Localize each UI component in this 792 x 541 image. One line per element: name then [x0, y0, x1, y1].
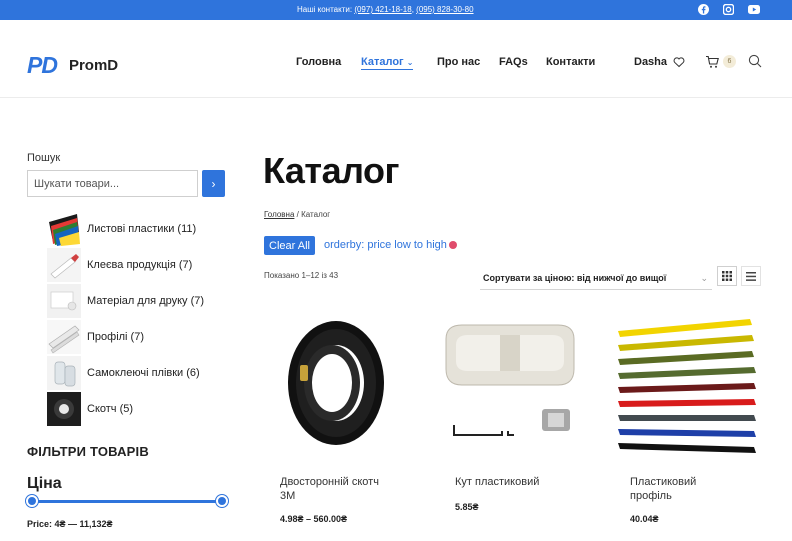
sheet-plastics-thumbnail	[49, 214, 80, 246]
page-title: Каталог	[263, 150, 399, 191]
nav-catalog[interactable]: Каталог ⌄	[361, 56, 414, 70]
instagram-icon[interactable]	[722, 3, 735, 16]
nav-contacts[interactable]: Контакти	[546, 56, 595, 68]
print-material-thumbnail	[47, 284, 81, 318]
search-label: Пошук	[27, 152, 61, 164]
nav-home[interactable]: Головна	[296, 56, 341, 68]
product-filters-heading: ФІЛЬТРИ ТОВАРІВ	[27, 444, 149, 459]
nav-faqs[interactable]: FAQs	[499, 56, 528, 68]
price-range-text: Price: 4₴ — 11,132₴	[27, 519, 113, 529]
category-label: Листові пластики (11)	[87, 223, 197, 235]
profiles-thumbnail	[47, 320, 81, 354]
list-icon	[746, 271, 756, 281]
price-filter-heading: Ціна	[27, 475, 62, 492]
logo-mark: PD	[27, 52, 58, 78]
youtube-icon[interactable]	[747, 3, 760, 16]
active-filter-label: orderby: price low to high	[324, 239, 447, 251]
category-item[interactable]: Самоклеючі плівки (6)	[47, 356, 247, 390]
sort-select-value: Сортувати за ціною: від нижчої до вищої	[483, 273, 667, 283]
product-search-input[interactable]: Шукати товари...	[27, 170, 198, 197]
wishlist-heart-icon[interactable]	[673, 55, 685, 73]
cart-icon[interactable]	[705, 55, 721, 74]
product-price: 5.85₴	[455, 502, 479, 512]
nav-about[interactable]: Про нас	[437, 56, 480, 68]
top-contact-bar: Наші контакти: (097) 421-18-18, (095) 82…	[0, 0, 792, 20]
category-item[interactable]: Скотч (5)	[47, 392, 247, 426]
adhesive-products-thumbnail	[47, 248, 81, 282]
phone-link-1[interactable]: (097) 421-18-18	[354, 5, 411, 14]
chevron-down-icon: ⌄	[406, 58, 414, 67]
product-title[interactable]: Кут пластиковий	[455, 475, 565, 489]
category-item[interactable]: Профілі (7)	[47, 320, 247, 354]
cart-count-badge: 6	[723, 55, 736, 68]
category-label: Самоклеючі плівки (6)	[87, 367, 200, 379]
breadcrumb-home-link[interactable]: Головна	[264, 210, 294, 219]
product-price: 40.04₴	[630, 514, 659, 524]
category-label: Профілі (7)	[87, 331, 144, 343]
sort-select[interactable]: Сортувати за ціною: від нижчої до вищої …	[480, 266, 712, 290]
price-slider-min-handle[interactable]	[26, 495, 38, 507]
contacts-line: Наші контакти: (097) 421-18-18, (095) 82…	[297, 5, 474, 14]
product-card[interactable]: Пластиковий профіль 40.04₴	[614, 305, 764, 524]
grid-view-button[interactable]	[717, 266, 737, 286]
product-title[interactable]: Пластиковий профіль	[630, 475, 740, 503]
result-count: Показано 1–12 із 43	[264, 271, 339, 280]
product-card[interactable]: Кут пластиковий 5.85₴	[440, 305, 590, 512]
grid-icon	[722, 271, 732, 281]
remove-filter-icon[interactable]	[448, 241, 457, 250]
search-submit-button[interactable]: ›	[202, 170, 225, 197]
phone-link-2[interactable]: (095) 828-30-80	[416, 5, 473, 14]
chevron-down-icon: ⌄	[700, 273, 708, 283]
contacts-label: Наші контакти:	[297, 5, 353, 14]
category-item[interactable]: Листові пластики (11)	[47, 212, 247, 246]
tape-thumbnail	[47, 392, 81, 426]
category-label: Матеріал для друку (7)	[87, 295, 205, 307]
active-filter-tag[interactable]: orderby: price low to high	[324, 239, 457, 251]
site-logo[interactable]: PD PromD	[27, 52, 118, 79]
social-links	[697, 3, 760, 16]
product-image-plastic-profile[interactable]	[614, 305, 764, 460]
product-image-tape[interactable]	[270, 305, 420, 460]
breadcrumb-current: Каталог	[301, 210, 331, 219]
category-item[interactable]: Клеєва продукція (7)	[47, 248, 247, 282]
facebook-icon[interactable]	[697, 3, 710, 16]
self-adhesive-films-thumbnail	[47, 356, 81, 390]
search-icon[interactable]	[748, 54, 762, 73]
product-card[interactable]: Двосторонній скотч 3М 4.98₴ – 560.00₴	[270, 305, 420, 524]
breadcrumb-separator: /	[296, 210, 299, 219]
price-slider-track[interactable]	[32, 500, 222, 503]
product-price: 4.98₴ – 560.00₴	[280, 514, 348, 524]
category-label: Скотч (5)	[87, 403, 134, 415]
list-view-button[interactable]	[741, 266, 761, 286]
category-label: Клеєва продукція (7)	[87, 259, 193, 271]
product-image-plastic-corner[interactable]	[440, 305, 590, 460]
nav-catalog-label: Каталог	[361, 56, 404, 68]
nav-account[interactable]: Dasha	[634, 56, 667, 68]
clear-all-filters-button[interactable]: Clear All	[264, 236, 315, 255]
phone-separator: ,	[411, 5, 414, 14]
product-title[interactable]: Двосторонній скотч 3М	[280, 475, 390, 503]
logo-name: PromD	[68, 57, 119, 74]
price-slider-max-handle[interactable]	[216, 495, 228, 507]
category-item[interactable]: Матеріал для друку (7)	[47, 284, 247, 318]
breadcrumb: Головна / Каталог	[264, 210, 330, 219]
